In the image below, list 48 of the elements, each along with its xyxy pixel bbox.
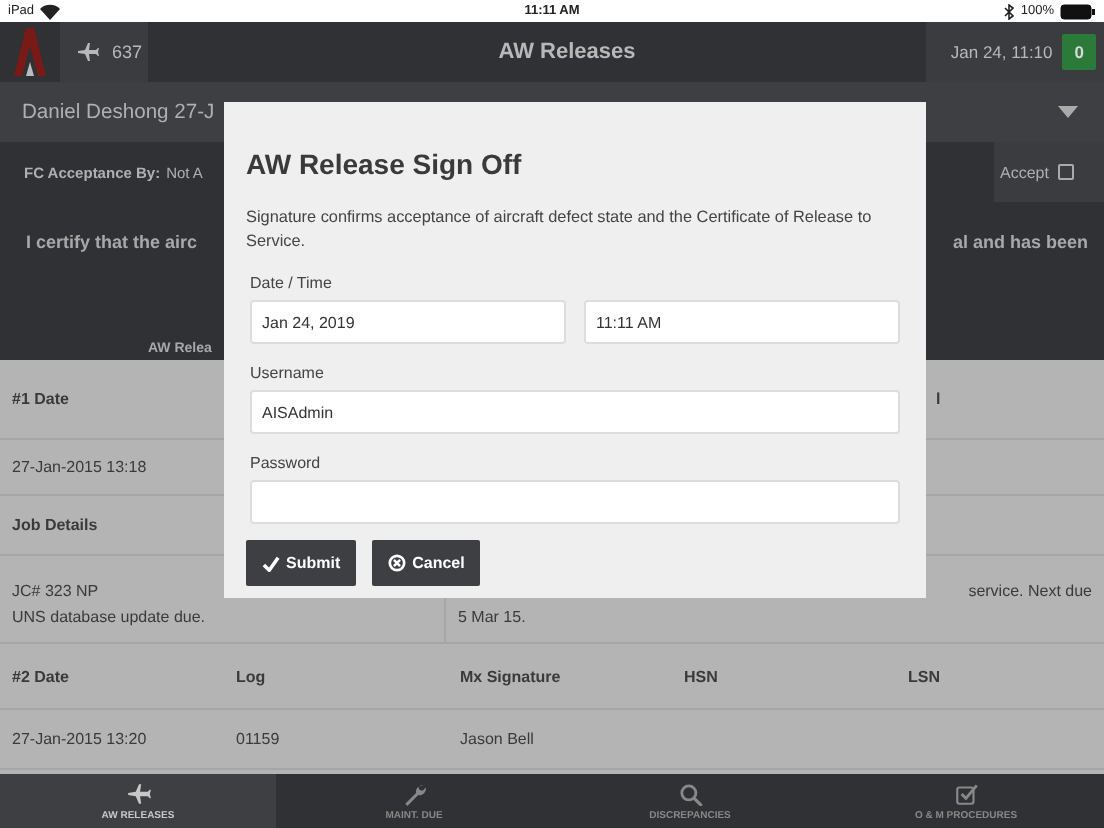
checkbox-icon bbox=[953, 781, 979, 805]
table-cell-text: Jason Bell bbox=[460, 730, 536, 748]
dropdown-caret-icon[interactable] bbox=[1058, 106, 1078, 118]
section-header: Job Details bbox=[12, 516, 98, 534]
battery-icon bbox=[1060, 3, 1096, 19]
column-header: l bbox=[936, 390, 943, 408]
count-badge: 0 bbox=[1062, 34, 1096, 70]
table-cell-text: 01159 bbox=[236, 730, 282, 748]
bluetooth-icon bbox=[1004, 3, 1015, 19]
date-field[interactable]: Jan 24, 2019 bbox=[250, 300, 566, 344]
wrench-icon bbox=[401, 781, 427, 805]
accept-label: Accept bbox=[1000, 163, 1049, 181]
cancel-button[interactable]: Cancel bbox=[372, 540, 481, 586]
sync-datetime: Jan 24, 11:10 bbox=[950, 42, 1053, 62]
job-detail-text: service. Next due bbox=[968, 581, 1092, 599]
column-header: Log bbox=[236, 667, 268, 685]
certification-text: I certify that the airc bbox=[26, 232, 198, 252]
cancel-circle-icon bbox=[388, 554, 407, 572]
field-label: Date / Time bbox=[250, 274, 334, 292]
column-header: #2 Date bbox=[12, 667, 71, 685]
dialog-description: Signature confirms acceptance of aircraft defect state and the Certificate of Release to Service. bbox=[246, 206, 874, 254]
search-icon bbox=[677, 781, 703, 805]
logo-icon bbox=[12, 28, 48, 76]
page-title: AW Releases bbox=[496, 38, 638, 68]
column-header: #1 Date bbox=[12, 390, 69, 408]
accept-checkbox[interactable] bbox=[1058, 164, 1075, 180]
column-header: Mx Signature bbox=[460, 667, 563, 685]
release-title: Daniel Deshong 27-J bbox=[22, 101, 215, 123]
username-field[interactable]: AISAdmin bbox=[250, 390, 900, 434]
column-header: LSN bbox=[908, 667, 942, 685]
aircraft-button[interactable]: 637 bbox=[60, 22, 148, 82]
check-icon bbox=[262, 555, 280, 571]
time-field[interactable]: 11:11 AM bbox=[584, 300, 900, 344]
dialog-title: AW Release Sign Off bbox=[246, 148, 524, 180]
job-detail-text: JC# 323 NP bbox=[12, 581, 101, 599]
column-header: HSN bbox=[684, 667, 720, 685]
table-cell: 27-Jan-2015 13:18 bbox=[12, 458, 147, 476]
password-field[interactable] bbox=[250, 480, 900, 524]
table-cell-text: 27-Jan-2015 13:20 bbox=[12, 730, 149, 748]
airplane-icon bbox=[125, 781, 151, 805]
airplane-icon bbox=[76, 40, 100, 64]
job-detail-text: 5 Mar 15. bbox=[458, 607, 528, 625]
field-label: Username bbox=[250, 364, 326, 382]
certification-text: al and has been bbox=[952, 232, 1088, 252]
submit-button[interactable]: Submit bbox=[246, 540, 357, 586]
wifi-icon bbox=[40, 3, 61, 19]
job-detail-text: UNS database update due. bbox=[12, 607, 208, 625]
field-label: Password bbox=[250, 454, 323, 472]
